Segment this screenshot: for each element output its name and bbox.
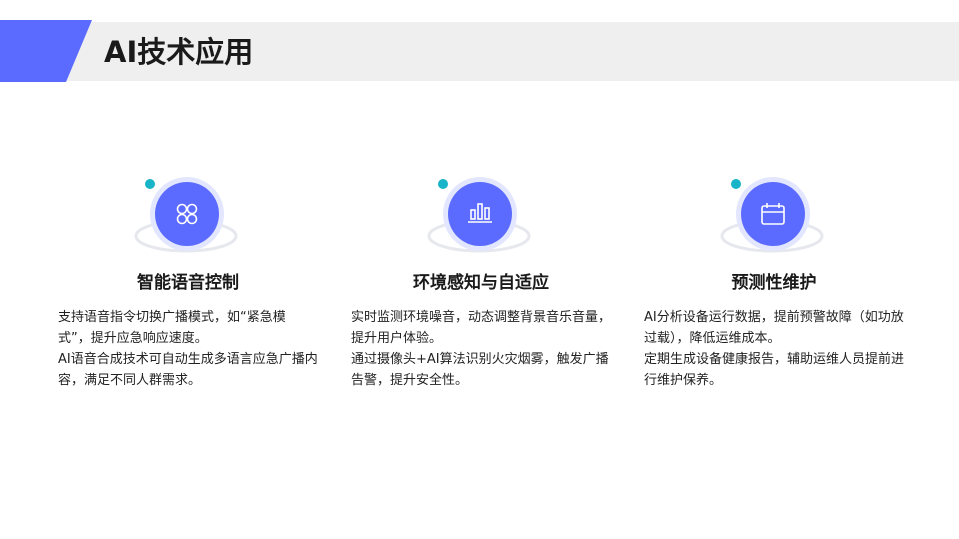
card-paragraph: AI语音合成技术可自动生成多语言应急广播内容，满足不同人群需求。 [58, 352, 318, 388]
card-paragraph: 实时监测环境噪音，动态调整背景音乐音量，提升用户体验。 [351, 310, 612, 346]
icon-badge [423, 170, 533, 260]
card-title: 智能语音控制 [137, 273, 239, 293]
card-paragraph: AI分析设备运行数据，提前预警故障（如功放过载），降低运维成本。 [644, 310, 904, 346]
card-description: 实时监测环境噪音，动态调整背景音乐音量，提升用户体验。 通过摄像头+AI算法识别… [351, 307, 611, 391]
feature-card-environment-sensing: 环境感知与自适应 实时监测环境噪音，动态调整背景音乐音量，提升用户体验。 通过摄… [351, 170, 611, 410]
card-title: 环境感知与自适应 [413, 273, 549, 293]
icon-badge [130, 170, 240, 260]
card-title: 预测性维护 [731, 273, 817, 293]
card-description: AI分析设备运行数据，提前预警故障（如功放过载），降低运维成本。 定期生成设备健… [644, 307, 904, 391]
card-paragraph: 定期生成设备健康报告，辅助运维人员提前进行维护保养。 [644, 352, 905, 388]
title-accent-shape [0, 20, 92, 82]
page-title: AI技术应用 [104, 35, 254, 69]
icon-badge [716, 170, 826, 260]
card-description: 支持语音指令切换广播模式，如“紧急模式”，提升应急响应速度。 AI语音合成技术可… [58, 307, 318, 391]
feature-card-predictive-maintenance: 预测性维护 AI分析设备运行数据，提前预警故障（如功放过载），降低运维成本。 定… [644, 170, 904, 410]
feature-card-voice-control: 智能语音控制 支持语音指令切换广播模式，如“紧急模式”，提升应急响应速度。 AI… [58, 170, 318, 410]
card-paragraph: 通过摄像头+AI算法识别火灾烟雾，触发广播告警，提升安全性。 [351, 352, 609, 388]
card-paragraph: 支持语音指令切换广播模式，如“紧急模式”，提升应急响应速度。 [58, 310, 286, 346]
